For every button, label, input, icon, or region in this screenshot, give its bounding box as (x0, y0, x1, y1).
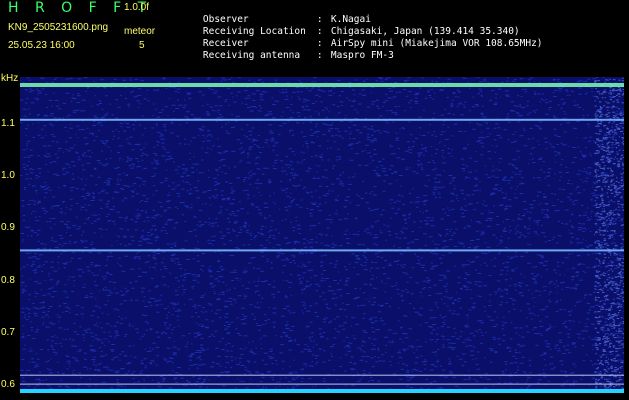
mode-value: 5 (139, 40, 145, 51)
spectrogram-svg (20, 77, 624, 393)
y-tick-label: 0.7 (1, 326, 15, 338)
meta-key: Receiving antenna (202, 50, 301, 61)
carrier-line-1 (20, 249, 624, 252)
hrofft-window: H R O F F T 1.0.0f KN9_2505231600.png me… (0, 0, 629, 400)
y-tick-label: 0.8 (1, 274, 15, 286)
filename-label: KN9_2505231600.png (8, 22, 109, 33)
y-tick-label: 1.1 (1, 118, 15, 129)
level-strip-bottom (20, 389, 624, 393)
meta-value: Maspro FM-3 (330, 50, 394, 61)
y-tick-label: 1.0 (1, 170, 15, 182)
y-tick-label: 0.6 (1, 379, 15, 391)
y-tick-label: 0.9 (1, 222, 15, 234)
y-axis-unit-label: kHz (1, 73, 19, 84)
timing-strip-top (20, 83, 624, 87)
meta-sep: : (316, 50, 323, 61)
meta-row-antenna: Receiving antenna: Maspro FM-3 (180, 39, 394, 72)
datetime-label: 25.05.23 16:00 (8, 40, 75, 51)
bottom-reference-line-1 (20, 383, 624, 385)
bottom-reference-line-0 (20, 374, 624, 376)
mode-label: meteor (124, 26, 156, 37)
carrier-line-0 (20, 118, 624, 121)
spectrogram-plot (20, 77, 624, 393)
version-label: 1.0.0f (124, 2, 150, 13)
